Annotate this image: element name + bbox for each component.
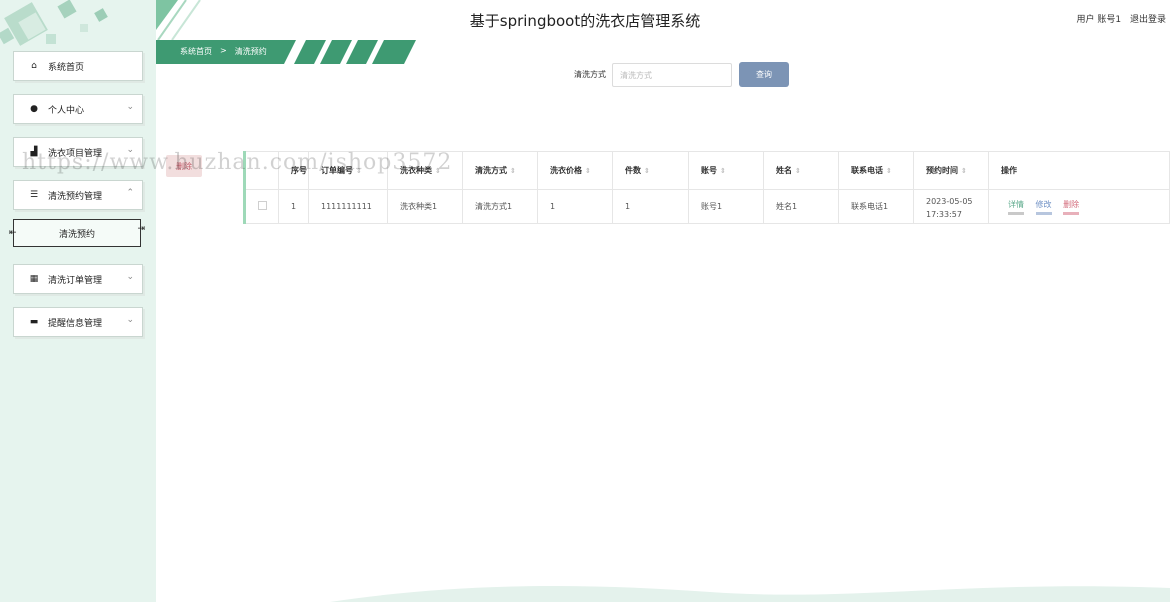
column-header-booking-time[interactable]: 预约时间 ⇕ (913, 151, 989, 190)
sort-icon: ⇕ (961, 167, 967, 175)
user-area: 用户 账号1 退出登录 (1071, 12, 1166, 25)
user-label: 用户 账号1 (1076, 15, 1122, 25)
column-header-phone[interactable]: 联系电话 ⇕ (838, 151, 914, 190)
logout-link[interactable]: 退出登录 (1130, 15, 1166, 25)
user-icon: ● (30, 104, 38, 114)
column-header-account[interactable]: 账号 ⇕ (688, 151, 764, 190)
sidebar-item-personal-center[interactable]: ● 个人中心 ⌄ (13, 94, 143, 124)
sidebar-item-booking-management[interactable]: ☰ 清洗预约管理 ⌃ (13, 180, 143, 210)
column-header-name[interactable]: 姓名 ⇕ (763, 151, 839, 190)
watermark: https://www.huzhan.com/ishop3572 (22, 150, 453, 175)
cell-index: 1 (278, 189, 309, 224)
sidebar-item-label: 清洗预约管理 (48, 191, 103, 202)
sidebar-item-label: 清洗订单管理 (48, 275, 103, 286)
cell-order-no: 1111111111 (308, 189, 388, 224)
sidebar-subitem-booking[interactable]: ⇤ 清洗预约 ⇥ (9, 219, 145, 247)
sidebar-item-label: 系统首页 (48, 62, 85, 73)
detail-button[interactable]: 详情 (1008, 199, 1024, 215)
column-header-wash-method[interactable]: 清洗方式 ⇕ (462, 151, 538, 190)
cell-price: 1 (537, 189, 613, 224)
grid-icon: ▦ (29, 274, 39, 284)
row-delete-button[interactable]: 删除 (1063, 199, 1080, 215)
sort-icon: ⇕ (510, 167, 516, 175)
row-checkbox[interactable] (258, 201, 267, 210)
sliders-icon: ☰ (29, 190, 39, 200)
column-header-actions: 操作 (988, 151, 1170, 190)
breadcrumb-home[interactable]: 系统首页 (180, 46, 212, 57)
sort-icon: ⇕ (795, 167, 801, 175)
sidebar-item-label: 提醒信息管理 (48, 318, 103, 329)
sort-icon: ⇕ (886, 167, 892, 175)
chevron-down-icon: ⌄ (126, 102, 134, 112)
booking-time: 17:33:57 (926, 209, 962, 219)
sidebar-subitem-label: 清洗预约 (58, 229, 95, 240)
sidebar: ⌂ 系统首页 ● 个人中心 ⌄ ▟ 洗衣项目管理 ⌄ ☰ 清洗预约管理 ⌃ ⇤ … (0, 0, 156, 602)
column-header-price[interactable]: 洗衣价格 ⇕ (537, 151, 613, 190)
breadcrumb-separator: > (220, 46, 227, 55)
cell-name: 姓名1 (763, 189, 839, 224)
sidebar-item-reminder-management[interactable]: ▬ 提醒信息管理 ⌄ (13, 307, 143, 337)
breadcrumb-current: 清洗预约 (234, 47, 267, 56)
edit-button[interactable]: 修改 (1035, 199, 1052, 215)
booking-date: 2023-05-05 (926, 196, 973, 206)
wash-method-search-input[interactable] (612, 63, 732, 87)
sort-icon: ⇕ (644, 167, 650, 175)
sidebar-item-label: 个人中心 (48, 105, 85, 116)
cell-laundry-type: 洗衣种类1 (387, 189, 463, 224)
home-icon: ⌂ (31, 61, 37, 71)
breadcrumb: 系统首页 > 清洗预约 (180, 46, 267, 57)
arrow-right-icon: ⇥ (137, 224, 145, 234)
sort-icon: ⇕ (585, 167, 591, 175)
sidebar-item-home[interactable]: ⌂ 系统首页 (13, 51, 143, 81)
arrow-left-icon: ⇤ (9, 228, 17, 238)
column-header-count[interactable]: 件数 ⇕ (612, 151, 689, 190)
cell-phone: 联系电话1 (838, 189, 914, 224)
table-row: 1 1111111111 洗衣种类1 清洗方式1 1 1 账号1 姓名1 联系电… (244, 189, 1170, 224)
cell-account: 账号1 (688, 189, 764, 224)
sort-icon: ⇕ (720, 167, 726, 175)
sidebar-item-order-management[interactable]: ▦ 清洗订单管理 ⌄ (13, 264, 143, 294)
cell-booking-time: 2023-05-05 17:33:57 (913, 189, 989, 224)
message-icon: ▬ (29, 317, 39, 327)
page-title: 基于springboot的洗衣店管理系统 (469, 12, 701, 30)
search-label: 清洗方式 (574, 70, 606, 79)
query-button[interactable]: 查询 (739, 62, 789, 87)
chevron-up-icon: ⌃ (126, 188, 134, 198)
footer-wave (330, 586, 1170, 602)
chevron-down-icon: ⌄ (126, 315, 134, 325)
cell-count: 1 (612, 189, 689, 224)
chevron-down-icon: ⌄ (126, 272, 134, 282)
row-select-cell[interactable] (244, 189, 279, 224)
cell-actions: 详情 修改 删除 (988, 189, 1170, 224)
cell-wash-method: 清洗方式1 (462, 189, 538, 224)
